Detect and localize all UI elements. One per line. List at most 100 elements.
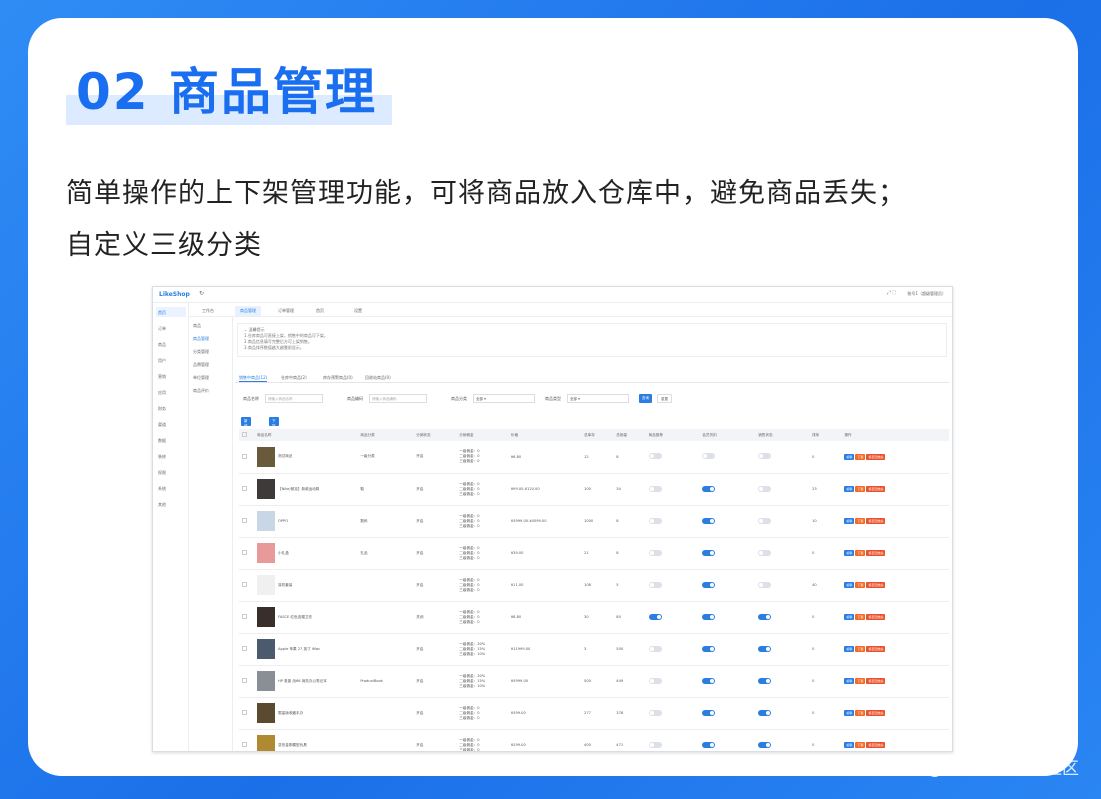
toggle-switch[interactable] <box>758 645 772 652</box>
row-checkbox[interactable] <box>242 486 247 491</box>
search-button[interactable]: 查询 <box>639 394 652 403</box>
refresh-icon[interactable]: ↻ <box>199 290 204 297</box>
recycle-button[interactable]: 移至回收站 <box>866 486 886 492</box>
sidebar-item[interactable]: 财务 <box>156 403 186 413</box>
toggle-switch[interactable] <box>648 677 662 684</box>
name-filter-input[interactable]: 请输入商品名称 <box>265 394 323 403</box>
edit-button[interactable]: 编辑 <box>844 550 855 556</box>
edit-button[interactable]: 编辑 <box>844 614 855 620</box>
row-checkbox[interactable] <box>242 710 247 715</box>
submenu-item[interactable]: 商品评价 <box>193 388 209 394</box>
offline-button[interactable]: 下架 <box>855 678 866 684</box>
offline-button[interactable]: 下架 <box>855 453 866 460</box>
toggle-switch[interactable] <box>702 677 716 684</box>
recycle-button[interactable]: 移至回收站 <box>866 742 886 748</box>
row-checkbox[interactable] <box>242 518 247 523</box>
page-tab[interactable]: 商品管理 <box>235 306 261 316</box>
edit-button[interactable]: 编辑 <box>844 646 855 652</box>
page-tab[interactable]: 工作台 <box>197 306 219 316</box>
recycle-button[interactable]: 移至回收站 <box>866 678 886 684</box>
edit-button[interactable]: 编辑 <box>844 710 855 716</box>
toggle-switch[interactable] <box>758 677 772 684</box>
row-checkbox[interactable] <box>242 453 247 459</box>
toggle-switch[interactable] <box>648 709 662 716</box>
offline-button[interactable]: 下架 <box>855 614 866 620</box>
submenu-item[interactable]: 分类管理 <box>193 349 209 355</box>
toggle-switch[interactable] <box>758 581 772 588</box>
toggle-switch[interactable] <box>648 581 662 588</box>
edit-button[interactable]: 编辑 <box>844 742 855 748</box>
user-account[interactable]: 账号1（超级管理员） <box>907 291 946 297</box>
row-checkbox[interactable] <box>242 582 247 587</box>
sidebar-item[interactable]: 订单 <box>156 323 186 333</box>
sidebar-item[interactable]: 系统 <box>156 483 186 493</box>
toggle-switch[interactable] <box>702 741 716 748</box>
sidebar-item[interactable]: 其他 <box>156 499 186 509</box>
edit-button[interactable]: 编辑 <box>844 678 855 684</box>
batch-offline-button[interactable]: 下架 <box>269 417 279 428</box>
recycle-button[interactable]: 移至回收站 <box>866 453 886 460</box>
edit-button[interactable]: 编辑 <box>844 582 855 588</box>
toggle-switch[interactable] <box>648 517 662 524</box>
toggle-switch[interactable] <box>758 517 772 524</box>
edit-button[interactable]: 编辑 <box>844 518 855 524</box>
sidebar-item[interactable]: 装修 <box>156 451 186 461</box>
toggle-switch[interactable] <box>648 645 662 652</box>
toggle-switch[interactable] <box>702 485 716 492</box>
submenu-item[interactable]: 商品管理 <box>193 336 209 342</box>
toggle-switch[interactable] <box>648 741 662 748</box>
toggle-switch[interactable] <box>758 741 772 748</box>
code-filter-input[interactable]: 请输入商品编码 <box>369 394 427 403</box>
sidebar-item[interactable]: 数据 <box>156 435 186 445</box>
page-tab[interactable]: 订单管理 <box>273 306 299 316</box>
recycle-button[interactable]: 移至回收站 <box>866 614 886 620</box>
toggle-switch[interactable] <box>702 549 716 556</box>
offline-button[interactable]: 下架 <box>855 518 866 524</box>
category-select[interactable]: 全部 ▾ <box>473 394 535 403</box>
submenu-item[interactable]: 单位管理 <box>193 375 209 381</box>
sidebar-item[interactable]: 商品 <box>156 339 186 349</box>
select-all-checkbox[interactable] <box>242 432 247 437</box>
toggle-switch[interactable] <box>702 517 716 524</box>
fullscreen-icon[interactable]: ⤢ ⛶ <box>887 290 896 296</box>
offline-button[interactable]: 下架 <box>855 742 866 748</box>
goods-tab[interactable]: 库存预警商品(0) <box>323 375 353 381</box>
toggle-switch[interactable] <box>702 581 716 588</box>
toggle-switch[interactable] <box>648 453 662 460</box>
row-checkbox[interactable] <box>242 678 247 683</box>
sidebar-item[interactable]: 应用 <box>156 387 186 397</box>
toggle-switch[interactable] <box>648 485 662 492</box>
offline-button[interactable]: 下架 <box>855 646 866 652</box>
row-checkbox[interactable] <box>242 646 247 651</box>
toggle-switch[interactable] <box>758 485 772 492</box>
sidebar-item[interactable]: 营销 <box>156 371 186 381</box>
row-checkbox[interactable] <box>242 550 247 555</box>
type-select[interactable]: 全部 ▾ <box>567 394 629 403</box>
offline-button[interactable]: 下架 <box>855 550 866 556</box>
page-tab[interactable]: 首页 <box>311 306 329 316</box>
recycle-button[interactable]: 移至回收站 <box>866 646 886 652</box>
offline-button[interactable]: 下架 <box>855 582 866 588</box>
recycle-button[interactable]: 移至回收站 <box>866 518 886 524</box>
offline-button[interactable]: 下架 <box>855 486 866 492</box>
toggle-switch[interactable] <box>648 549 662 556</box>
sidebar-item[interactable]: 用户 <box>156 355 186 365</box>
submenu-item[interactable]: 品牌管理 <box>193 362 209 368</box>
toggle-switch[interactable] <box>758 549 772 556</box>
goods-tab[interactable]: 回收站商品(0) <box>365 375 391 381</box>
sidebar-item[interactable]: 首页 <box>156 307 186 317</box>
goods-tab[interactable]: 销售中商品(12) <box>239 375 268 382</box>
sidebar-item[interactable]: 渠道 <box>156 419 186 429</box>
edit-button[interactable]: 编辑 <box>844 486 855 492</box>
toggle-switch[interactable] <box>648 613 662 620</box>
toggle-switch[interactable] <box>758 453 772 460</box>
row-checkbox[interactable] <box>242 742 247 747</box>
toggle-switch[interactable] <box>758 613 772 620</box>
toggle-switch[interactable] <box>702 613 716 620</box>
edit-button[interactable]: 编辑 <box>844 453 855 460</box>
add-goods-button[interactable]: 新增商品 <box>241 417 251 438</box>
recycle-button[interactable]: 移至回收站 <box>866 710 886 716</box>
sidebar-item[interactable]: 权限 <box>156 467 186 477</box>
toggle-switch[interactable] <box>702 645 716 652</box>
page-tab[interactable]: 设置 <box>349 306 367 316</box>
